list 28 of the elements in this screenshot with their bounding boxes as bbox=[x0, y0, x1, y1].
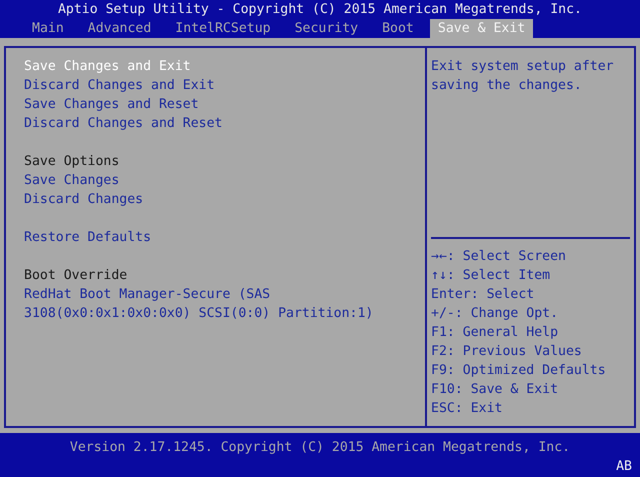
section-heading: Save Options bbox=[24, 153, 120, 171]
menu-tab[interactable]: IntelRCSetup bbox=[167, 19, 279, 38]
menu-option[interactable]: Save Changes and Exit bbox=[24, 57, 425, 76]
menu-tab[interactable]: Advanced bbox=[80, 19, 160, 38]
menu-option[interactable]: Restore Defaults bbox=[24, 228, 425, 247]
help-description: Exit system setup after saving the changes. bbox=[431, 58, 615, 95]
key-hint: F9: Optimized Defaults bbox=[431, 362, 607, 380]
section-heading: Boot Override bbox=[24, 267, 128, 285]
menu-tab[interactable]: Security bbox=[286, 19, 366, 38]
key-hint: ↑↓: Select Item bbox=[431, 267, 552, 285]
menu-option[interactable]: Save Changes bbox=[24, 171, 425, 190]
status-indicator: AB bbox=[616, 458, 632, 476]
menu-tab[interactable]: Main bbox=[24, 19, 72, 38]
key-hint: F1: General Help bbox=[431, 324, 560, 342]
menu-option[interactable]: Discard Changes bbox=[24, 190, 425, 209]
key-hint: →←: Select Screen bbox=[431, 248, 567, 266]
menu-option[interactable]: RedHat Boot Manager-Secure (SAS 3108(0x0:0x1:0x0:0x0) SCSI(0:0) Partition:1) bbox=[24, 285, 425, 323]
key-hint: ESC: Exit bbox=[431, 400, 504, 418]
menu-option[interactable]: Discard Changes and Reset bbox=[24, 114, 425, 133]
menu-tab[interactable]: Boot bbox=[374, 19, 422, 38]
version-text: Version 2.17.1245. Copyright (C) 2015 American Megatrends, Inc. bbox=[68, 439, 572, 457]
menu-option[interactable]: Save Changes and Reset bbox=[24, 95, 425, 114]
key-hint: Enter: Select bbox=[431, 286, 536, 304]
key-hint: +/-: Change Opt. bbox=[431, 305, 560, 323]
menu-option[interactable]: Discard Changes and Exit bbox=[24, 76, 425, 95]
window-title: Aptio Setup Utility - Copyright (C) 2015 American Megatrends, Inc. bbox=[56, 1, 583, 19]
key-hint: F2: Previous Values bbox=[431, 343, 583, 361]
key-hint: F10: Save & Exit bbox=[431, 381, 560, 399]
